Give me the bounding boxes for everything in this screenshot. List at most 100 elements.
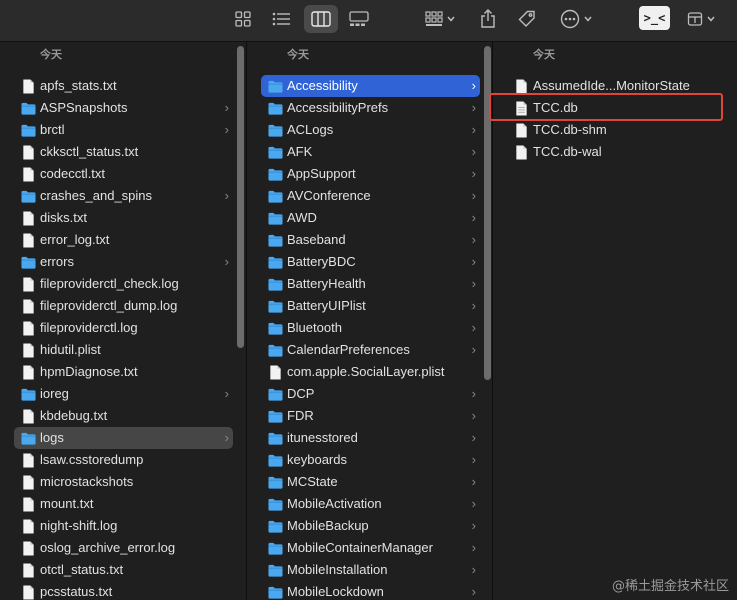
folder-row[interactable]: MCState ›	[261, 471, 480, 493]
folder-row[interactable]: AccessibilityPrefs ›	[261, 97, 480, 119]
document-icon	[23, 167, 34, 182]
folder-row[interactable]: AppSupport ›	[261, 163, 480, 185]
folder-row[interactable]: AWD ›	[261, 207, 480, 229]
list-view-button[interactable]	[266, 5, 296, 33]
folder-row[interactable]: crashes_and_spins ›	[14, 185, 233, 207]
scrollbar-thumb[interactable]	[237, 46, 244, 348]
file-row[interactable]: error_log.txt	[14, 229, 233, 251]
file-row[interactable]: codecctl.txt	[14, 163, 233, 185]
file-row[interactable]: hidutil.plist	[14, 339, 233, 361]
column-2[interactable]: 今天 Accessibility › AccessibilityPrefs › ACLo…	[246, 42, 492, 600]
item-name: MobileContainerManager	[287, 540, 433, 555]
folder-row[interactable]: MobileBackup ›	[261, 515, 480, 537]
document-icon	[23, 453, 34, 468]
column-view-button[interactable]	[304, 5, 338, 33]
folder-row[interactable]: ASPSnapshots ›	[14, 97, 233, 119]
folder-icon	[268, 322, 283, 335]
folder-icon	[268, 278, 283, 291]
column-1[interactable]: 今天 apfs_stats.txt ASPSnapshots › brctl › ckks…	[0, 42, 245, 600]
chevron-right-icon: ›	[471, 144, 476, 159]
file-row[interactable]: otctl_status.txt	[14, 559, 233, 581]
folder-row[interactable]: logs ›	[14, 427, 233, 449]
file-row[interactable]: lsaw.csstoredump	[14, 449, 233, 471]
file-row[interactable]: oslog_archive_error.log	[14, 537, 233, 559]
folder-row[interactable]: Baseband ›	[261, 229, 480, 251]
file-row[interactable]: microstackshots	[14, 471, 233, 493]
folder-icon	[21, 256, 36, 269]
folder-icon	[268, 410, 283, 423]
folder-row[interactable]: ACLogs ›	[261, 119, 480, 141]
file-row[interactable]: com.apple.SocialLayer.plist	[261, 361, 480, 383]
folder-row[interactable]: BatteryBDC ›	[261, 251, 480, 273]
file-row[interactable]: ckksctl_status.txt	[14, 141, 233, 163]
folder-row[interactable]: Accessibility ›	[261, 75, 480, 97]
folder-icon	[268, 520, 283, 533]
more-actions-button[interactable]	[557, 5, 595, 33]
folder-row[interactable]: MobileInstallation ›	[261, 559, 480, 581]
file-row[interactable]: apfs_stats.txt	[14, 75, 233, 97]
chevron-right-icon: ›	[471, 254, 476, 269]
archive-button[interactable]	[683, 5, 719, 33]
folder-row[interactable]: itunesstored ›	[261, 427, 480, 449]
gallery-view-icon	[349, 11, 369, 26]
folder-row[interactable]: AFK ›	[261, 141, 480, 163]
file-row[interactable]: TCC.db-wal	[507, 141, 726, 163]
more-actions-icon	[560, 9, 580, 29]
tag-button[interactable]	[514, 5, 540, 33]
item-name: ASPSnapshots	[40, 100, 128, 115]
file-row[interactable]: fileproviderctl_dump.log	[14, 295, 233, 317]
terminal-button[interactable]: >_<	[639, 6, 670, 30]
chevron-right-icon: ›	[471, 386, 476, 401]
folder-row[interactable]: BatteryUIPlist ›	[261, 295, 480, 317]
file-row[interactable]: kbdebug.txt	[14, 405, 233, 427]
folder-row[interactable]: CalendarPreferences ›	[261, 339, 480, 361]
chevron-right-icon: ›	[471, 496, 476, 511]
folder-row[interactable]: FDR ›	[261, 405, 480, 427]
folder-icon	[268, 124, 283, 137]
item-name: BatteryUIPlist	[287, 298, 366, 313]
folder-icon	[21, 102, 36, 115]
folder-row[interactable]: errors ›	[14, 251, 233, 273]
folder-icon	[268, 300, 283, 313]
folder-icon	[268, 80, 283, 93]
file-row[interactable]: mount.txt	[14, 493, 233, 515]
group-button[interactable]	[420, 5, 460, 33]
icon-view-button[interactable]	[229, 5, 257, 33]
file-row[interactable]: night-shift.log	[14, 515, 233, 537]
item-name: night-shift.log	[40, 518, 118, 533]
folder-icon	[21, 124, 36, 137]
document-icon	[516, 145, 527, 160]
share-button[interactable]	[476, 5, 500, 33]
item-name: FDR	[287, 408, 314, 423]
file-row[interactable]: TCC.db-shm	[507, 119, 726, 141]
column-3[interactable]: 今天 AssumedIde...MonitorState TCC.db TCC.db…	[492, 42, 737, 600]
folder-row[interactable]: brctl ›	[14, 119, 233, 141]
folder-icon	[268, 344, 283, 357]
folder-icon	[268, 586, 283, 599]
gallery-view-button[interactable]	[344, 5, 374, 33]
folder-row[interactable]: Bluetooth ›	[261, 317, 480, 339]
folder-row[interactable]: MobileContainerManager ›	[261, 537, 480, 559]
folder-row[interactable]: AVConference ›	[261, 185, 480, 207]
column-header: 今天	[40, 48, 62, 61]
item-name: AVConference	[287, 188, 371, 203]
folder-row[interactable]: ioreg ›	[14, 383, 233, 405]
document-icon	[23, 585, 34, 600]
folder-row[interactable]: BatteryHealth ›	[261, 273, 480, 295]
folder-icon	[268, 498, 283, 511]
file-row[interactable]: disks.txt	[14, 207, 233, 229]
chevron-down-icon	[584, 16, 592, 22]
file-row[interactable]: hpmDiagnose.txt	[14, 361, 233, 383]
folder-row[interactable]: MobileLockdown ›	[261, 581, 480, 600]
item-name: kbdebug.txt	[40, 408, 108, 423]
folder-icon	[21, 190, 36, 203]
item-name: disks.txt	[40, 210, 87, 225]
file-row[interactable]: fileproviderctl.log	[14, 317, 233, 339]
folder-icon	[268, 102, 283, 115]
file-row[interactable]: fileproviderctl_check.log	[14, 273, 233, 295]
folder-row[interactable]: DCP ›	[261, 383, 480, 405]
file-row[interactable]: pcsstatus.txt	[14, 581, 233, 600]
folder-row[interactable]: MobileActivation ›	[261, 493, 480, 515]
item-name: Bluetooth	[287, 320, 342, 335]
folder-row[interactable]: keyboards ›	[261, 449, 480, 471]
